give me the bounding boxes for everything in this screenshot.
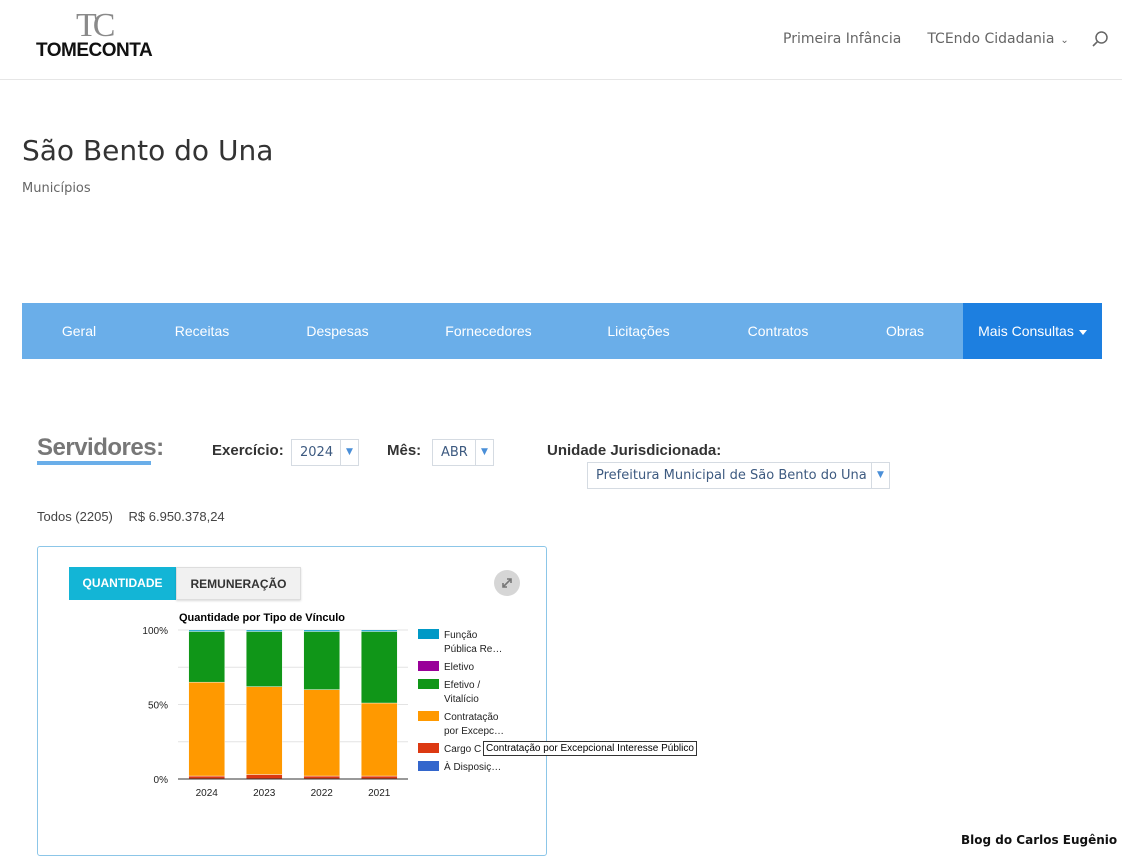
unidade-label: Unidade Jurisdicionada:	[547, 442, 722, 459]
nav-fornecedores[interactable]: Fornecedores	[407, 303, 570, 359]
nav-despesas[interactable]: Despesas	[268, 303, 407, 359]
total-valor: R$ 6.950.378,24	[128, 509, 225, 524]
legend-swatch	[418, 761, 439, 771]
exercicio-label: Exercício:	[212, 442, 284, 459]
nav-contratos[interactable]: Contratos	[707, 303, 849, 359]
unidade-select[interactable]: Prefeitura Municipal de São Bento do Una…	[587, 462, 890, 489]
bar-segment	[188, 681, 225, 777]
chart-title: Quantidade por Tipo de Vínculo	[179, 612, 345, 624]
nav-geral[interactable]: Geral	[22, 303, 136, 359]
legend-label: Pública Re…	[444, 644, 502, 655]
bar-segment	[303, 689, 340, 777]
x-tick-label: 2023	[253, 788, 276, 799]
heading-underline	[37, 461, 151, 465]
bar-segment	[361, 631, 398, 704]
logo-wordmark: TOMECONTA	[36, 40, 153, 61]
mes-select[interactable]: ABR ▼	[432, 439, 494, 466]
bar-segment	[246, 631, 283, 687]
bar-segment	[303, 631, 340, 690]
bar-segment	[361, 702, 398, 777]
x-tick-label: 2024	[196, 788, 219, 799]
dropdown-arrow-icon[interactable]: ▼	[340, 440, 358, 465]
nav-receitas[interactable]: Receitas	[136, 303, 268, 359]
page-title: São Bento do Una	[22, 134, 274, 167]
legend-label: por Excepc…	[444, 726, 504, 737]
main-nav: Geral Receitas Despesas Fornecedores Lic…	[22, 303, 1102, 359]
mais-consultas-label: Mais Consultas	[978, 323, 1074, 339]
nav-licitacoes[interactable]: Licitações	[570, 303, 707, 359]
servidores-heading: Servidores:	[37, 434, 164, 461]
bar-segment	[361, 629, 398, 632]
top-nav: Primeira Infância TCEndo Cidadania ⌄	[783, 30, 1109, 48]
y-tick-label: 50%	[148, 701, 168, 712]
top-header: TC TOMECONTA Primeira Infância TCEndo Ci…	[0, 0, 1122, 80]
legend-swatch	[418, 743, 439, 753]
legend-label: Cargo C	[444, 744, 481, 755]
nav-primeira-infancia[interactable]: Primeira Infância	[783, 31, 901, 47]
summary-line: Todos (2205) R$ 6.950.378,24	[37, 509, 237, 524]
stacked-bar-chart: Quantidade por Tipo de Vínculo 0% 50% 100% 2…	[142, 612, 504, 799]
nav-mais-consultas[interactable]: Mais Consultas	[963, 303, 1102, 359]
chart-tooltip: Contratação por Excepcional Interesse Pú…	[483, 741, 697, 756]
mes-value: ABR	[441, 445, 468, 460]
chart-panel: QUANTIDADE REMUNERAÇÃO Quantidade por Ti…	[37, 546, 547, 856]
x-tick-label: 2022	[311, 788, 334, 799]
bar-segment	[303, 629, 340, 632]
dropdown-arrow-icon[interactable]: ▼	[475, 440, 493, 465]
watermark: Blog do Carlos Eugênio	[961, 833, 1118, 847]
chevron-down-icon[interactable]: ⌄	[1060, 35, 1068, 46]
bar-segment	[246, 629, 283, 632]
exercicio-select[interactable]: 2024 ▼	[291, 439, 359, 466]
exercicio-value: 2024	[300, 445, 334, 460]
legend-swatch	[418, 679, 439, 689]
legend-label: Vitalício	[444, 694, 479, 705]
y-tick-label: 100%	[142, 626, 168, 637]
legend-swatch	[418, 711, 439, 721]
caret-down-icon	[1078, 329, 1087, 335]
search-icon[interactable]	[1091, 30, 1109, 48]
legend-label: À Disposiç…	[444, 760, 501, 773]
legend-label: Efetivo /	[444, 680, 480, 691]
mes-label: Mês:	[387, 442, 422, 459]
bar-segment	[188, 629, 225, 632]
legend-label: Eletivo	[444, 662, 474, 673]
bar-segment	[188, 631, 225, 683]
dropdown-arrow-icon[interactable]: ▼	[871, 463, 889, 488]
unidade-value: Prefeitura Municipal de São Bento do Una	[596, 468, 867, 483]
bar-segment	[246, 774, 283, 780]
bar-segment	[246, 686, 283, 775]
nav-tcendo-cidadania[interactable]: TCEndo Cidadania	[927, 31, 1054, 47]
logo-tc-mark: TC	[76, 7, 116, 44]
nav-obras[interactable]: Obras	[849, 303, 961, 359]
legend-label: Função	[444, 630, 478, 641]
todos-count: Todos (2205)	[37, 509, 113, 524]
legend-swatch	[418, 661, 439, 671]
y-tick-label: 0%	[154, 775, 169, 786]
page-subtitle: Municípios	[22, 181, 91, 196]
legend-swatch	[418, 629, 439, 639]
tomeconta-logo[interactable]: TC TOMECONTA	[36, 7, 160, 62]
legend-label: Contratação	[444, 712, 499, 723]
x-tick-label: 2021	[368, 788, 391, 799]
